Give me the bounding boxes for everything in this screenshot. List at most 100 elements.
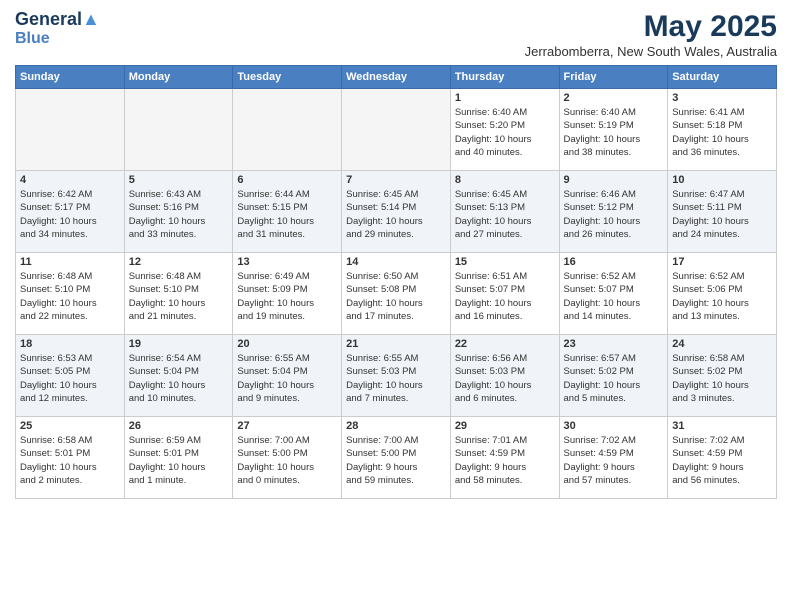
day-number: 26 bbox=[129, 420, 229, 432]
day-cell: 30Sunrise: 7:02 AM Sunset: 4:59 PM Dayli… bbox=[559, 417, 668, 499]
day-number: 31 bbox=[672, 420, 772, 432]
day-number: 15 bbox=[455, 256, 555, 268]
day-number: 14 bbox=[346, 256, 446, 268]
title-block: May 2025 Jerrabomberra, New South Wales,… bbox=[525, 10, 777, 59]
day-cell: 17Sunrise: 6:52 AM Sunset: 5:06 PM Dayli… bbox=[668, 253, 777, 335]
calendar-table: SundayMondayTuesdayWednesdayThursdayFrid… bbox=[15, 65, 777, 499]
day-cell: 7 Sunrise: 6:45 AM Sunset: 5:14 PM Daylig… bbox=[342, 171, 451, 253]
weekday-header-row: SundayMondayTuesdayWednesdayThursdayFrid… bbox=[16, 66, 777, 89]
day-cell: 29Sunrise: 7:01 AM Sunset: 4:59 PM Dayli… bbox=[450, 417, 559, 499]
day-number: 3 bbox=[672, 92, 772, 104]
weekday-header-monday: Monday bbox=[124, 66, 233, 89]
day-info: Sunrise: 6:58 AM Sunset: 5:01 PM Dayligh… bbox=[20, 434, 120, 487]
day-cell: 5 Sunrise: 6:43 AM Sunset: 5:16 PM Daylig… bbox=[124, 171, 233, 253]
week-row-5: 25Sunrise: 6:58 AM Sunset: 5:01 PM Dayli… bbox=[16, 417, 777, 499]
day-number: 28 bbox=[346, 420, 446, 432]
day-info: Sunrise: 6:40 AM Sunset: 5:20 PM Dayligh… bbox=[455, 106, 555, 159]
day-number: 21 bbox=[346, 338, 446, 350]
day-info: Sunrise: 6:42 AM Sunset: 5:17 PM Dayligh… bbox=[20, 188, 120, 241]
day-info: Sunrise: 6:52 AM Sunset: 5:07 PM Dayligh… bbox=[564, 270, 664, 323]
day-cell: 28 Sunrise: 7:00 AM Sunset: 5:00 PM Dayli… bbox=[342, 417, 451, 499]
week-row-2: 4 Sunrise: 6:42 AM Sunset: 5:17 PM Daylig… bbox=[16, 171, 777, 253]
day-number: 19 bbox=[129, 338, 229, 350]
day-cell: 20 Sunrise: 6:55 AM Sunset: 5:04 PM Dayli… bbox=[233, 335, 342, 417]
day-cell: 2 Sunrise: 6:40 AM Sunset: 5:19 PM Daylig… bbox=[559, 89, 668, 171]
day-info: Sunrise: 6:44 AM Sunset: 5:15 PM Dayligh… bbox=[237, 188, 337, 241]
day-cell bbox=[342, 89, 451, 171]
page-header: General▲ Blue May 2025 Jerrabomberra, Ne… bbox=[15, 10, 777, 59]
day-cell: 14 Sunrise: 6:50 AM Sunset: 5:08 PM Dayli… bbox=[342, 253, 451, 335]
day-number: 22 bbox=[455, 338, 555, 350]
day-info: Sunrise: 6:53 AM Sunset: 5:05 PM Dayligh… bbox=[20, 352, 120, 405]
day-info: Sunrise: 6:40 AM Sunset: 5:19 PM Dayligh… bbox=[564, 106, 664, 159]
day-cell: 8 Sunrise: 6:45 AM Sunset: 5:13 PM Daylig… bbox=[450, 171, 559, 253]
day-cell: 4 Sunrise: 6:42 AM Sunset: 5:17 PM Daylig… bbox=[16, 171, 125, 253]
day-cell: 27 Sunrise: 7:00 AM Sunset: 5:00 PM Dayli… bbox=[233, 417, 342, 499]
day-info: Sunrise: 6:54 AM Sunset: 5:04 PM Dayligh… bbox=[129, 352, 229, 405]
day-cell: 11 Sunrise: 6:48 AM Sunset: 5:10 PM Dayli… bbox=[16, 253, 125, 335]
day-number: 18 bbox=[20, 338, 120, 350]
day-info: Sunrise: 6:45 AM Sunset: 5:13 PM Dayligh… bbox=[455, 188, 555, 241]
day-info: Sunrise: 6:55 AM Sunset: 5:03 PM Dayligh… bbox=[346, 352, 446, 405]
day-info: Sunrise: 6:43 AM Sunset: 5:16 PM Dayligh… bbox=[129, 188, 229, 241]
day-info: Sunrise: 7:00 AM Sunset: 5:00 PM Dayligh… bbox=[346, 434, 446, 487]
logo-blue: Blue bbox=[15, 30, 100, 48]
day-cell: 19 Sunrise: 6:54 AM Sunset: 5:04 PM Dayli… bbox=[124, 335, 233, 417]
day-info: Sunrise: 6:47 AM Sunset: 5:11 PM Dayligh… bbox=[672, 188, 772, 241]
day-number: 12 bbox=[129, 256, 229, 268]
day-info: Sunrise: 6:58 AM Sunset: 5:02 PM Dayligh… bbox=[672, 352, 772, 405]
day-cell: 13Sunrise: 6:49 AM Sunset: 5:09 PM Dayli… bbox=[233, 253, 342, 335]
day-info: Sunrise: 6:55 AM Sunset: 5:04 PM Dayligh… bbox=[237, 352, 337, 405]
day-cell: 24 Sunrise: 6:58 AM Sunset: 5:02 PM Dayli… bbox=[668, 335, 777, 417]
location: Jerrabomberra, New South Wales, Australi… bbox=[525, 44, 777, 59]
day-cell: 18 Sunrise: 6:53 AM Sunset: 5:05 PM Dayli… bbox=[16, 335, 125, 417]
day-number: 24 bbox=[672, 338, 772, 350]
day-info: Sunrise: 7:02 AM Sunset: 4:59 PM Dayligh… bbox=[672, 434, 772, 487]
day-number: 1 bbox=[455, 92, 555, 104]
day-number: 9 bbox=[564, 174, 664, 186]
day-cell: 16 Sunrise: 6:52 AM Sunset: 5:07 PM Dayli… bbox=[559, 253, 668, 335]
day-cell: 31 Sunrise: 7:02 AM Sunset: 4:59 PM Dayli… bbox=[668, 417, 777, 499]
day-number: 20 bbox=[237, 338, 337, 350]
month-title: May 2025 bbox=[525, 10, 777, 44]
day-number: 29 bbox=[455, 420, 555, 432]
day-info: Sunrise: 6:48 AM Sunset: 5:10 PM Dayligh… bbox=[20, 270, 120, 323]
weekday-header-sunday: Sunday bbox=[16, 66, 125, 89]
day-number: 13 bbox=[237, 256, 337, 268]
week-row-1: 1 Sunrise: 6:40 AM Sunset: 5:20 PM Daylig… bbox=[16, 89, 777, 171]
weekday-header-saturday: Saturday bbox=[668, 66, 777, 89]
week-row-3: 11 Sunrise: 6:48 AM Sunset: 5:10 PM Dayli… bbox=[16, 253, 777, 335]
day-number: 7 bbox=[346, 174, 446, 186]
day-cell: 10 Sunrise: 6:47 AM Sunset: 5:11 PM Dayli… bbox=[668, 171, 777, 253]
day-number: 27 bbox=[237, 420, 337, 432]
day-cell: 3 Sunrise: 6:41 AM Sunset: 5:18 PM Daylig… bbox=[668, 89, 777, 171]
day-number: 10 bbox=[672, 174, 772, 186]
weekday-header-friday: Friday bbox=[559, 66, 668, 89]
day-number: 2 bbox=[564, 92, 664, 104]
day-cell bbox=[16, 89, 125, 171]
day-number: 11 bbox=[20, 256, 120, 268]
day-number: 5 bbox=[129, 174, 229, 186]
day-info: Sunrise: 6:48 AM Sunset: 5:10 PM Dayligh… bbox=[129, 270, 229, 323]
day-cell: 23Sunrise: 6:57 AM Sunset: 5:02 PM Dayli… bbox=[559, 335, 668, 417]
day-number: 8 bbox=[455, 174, 555, 186]
day-number: 16 bbox=[564, 256, 664, 268]
weekday-header-thursday: Thursday bbox=[450, 66, 559, 89]
day-number: 23 bbox=[564, 338, 664, 350]
day-number: 4 bbox=[20, 174, 120, 186]
day-info: Sunrise: 6:51 AM Sunset: 5:07 PM Dayligh… bbox=[455, 270, 555, 323]
weekday-header-wednesday: Wednesday bbox=[342, 66, 451, 89]
day-number: 17 bbox=[672, 256, 772, 268]
day-info: Sunrise: 6:50 AM Sunset: 5:08 PM Dayligh… bbox=[346, 270, 446, 323]
day-cell: 9 Sunrise: 6:46 AM Sunset: 5:12 PM Daylig… bbox=[559, 171, 668, 253]
week-row-4: 18 Sunrise: 6:53 AM Sunset: 5:05 PM Dayli… bbox=[16, 335, 777, 417]
weekday-header-tuesday: Tuesday bbox=[233, 66, 342, 89]
day-info: Sunrise: 7:00 AM Sunset: 5:00 PM Dayligh… bbox=[237, 434, 337, 487]
day-cell: 26Sunrise: 6:59 AM Sunset: 5:01 PM Dayli… bbox=[124, 417, 233, 499]
day-info: Sunrise: 6:46 AM Sunset: 5:12 PM Dayligh… bbox=[564, 188, 664, 241]
day-cell: 6Sunrise: 6:44 AM Sunset: 5:15 PM Daylig… bbox=[233, 171, 342, 253]
logo: General▲ Blue bbox=[15, 10, 100, 47]
day-info: Sunrise: 6:45 AM Sunset: 5:14 PM Dayligh… bbox=[346, 188, 446, 241]
day-cell: 22Sunrise: 6:56 AM Sunset: 5:03 PM Dayli… bbox=[450, 335, 559, 417]
day-info: Sunrise: 6:41 AM Sunset: 5:18 PM Dayligh… bbox=[672, 106, 772, 159]
